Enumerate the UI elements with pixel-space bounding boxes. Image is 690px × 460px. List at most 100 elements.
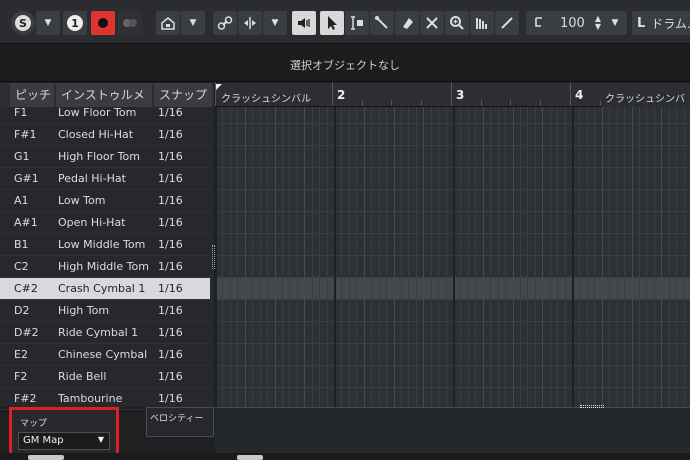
drum-row[interactable]: A#1 Open Hi-Hat 1/16 [0,212,210,234]
lane-resize-handle[interactable] [580,405,604,408]
chevron-down-icon: ▼ [97,435,104,444]
row-instrument: Ride Bell [58,370,107,383]
event-grid[interactable] [215,107,690,407]
row-snap: 1/16 [158,106,183,119]
drum-row[interactable]: C#2 Crash Cymbal 1 1/16 [0,278,210,300]
drum-row[interactable]: C2 High Middle Tom 1/16 [0,256,210,278]
chevron-down-icon: ▼ [44,18,52,28]
erase-tool-button[interactable] [395,11,419,35]
bottom-scrollbar [0,453,690,460]
snap-button[interactable] [238,11,262,35]
row-instrument: Crash Cymbal 1 [58,282,146,295]
drum-map-select[interactable]: GM Map ▼ [18,432,110,450]
row-snap: 1/16 [158,282,183,295]
note-length-icon [535,17,542,27]
solo-button[interactable]: S [11,11,35,35]
list-scroll-thumb[interactable] [28,455,64,460]
one-label: 1 [67,15,83,31]
zoom-value: 100 [560,15,585,31]
zoom-dropdown[interactable]: ▼ [603,11,627,35]
line-tool-button[interactable] [495,11,519,35]
row-pitch: D2 [14,304,30,317]
track-letter-label: L [637,15,646,31]
chain-link-icon [217,16,233,30]
row-snap: 1/16 [158,172,183,185]
range-select-icon [351,16,363,30]
snap-arrows-icon [244,17,256,29]
row-instrument: Open Hi-Hat [58,216,126,229]
row-instrument: Low Middle Tom [58,238,146,251]
link-button[interactable] [213,11,237,35]
inspector-button[interactable] [156,11,180,35]
row-instrument: Pedal Hi-Hat [58,172,126,185]
cue-marker-left[interactable]: クラッシュシンバル [218,89,314,106]
magnifier-icon [450,16,464,30]
row-snap: 1/16 [158,128,183,141]
grid-scroll-thumb[interactable] [237,455,263,460]
track-name-label: ドラム... [651,16,690,31]
row-pitch: G1 [14,150,30,163]
x-mute-icon [426,17,438,29]
drum-row[interactable]: A1 Low Tom 1/16 [0,190,210,212]
drum-row[interactable]: G#1 Pedal Hi-Hat 1/16 [0,168,210,190]
select-tool-button[interactable] [320,11,344,35]
step-input-button[interactable]: 1 [63,11,87,35]
inspector-dropdown[interactable]: ▼ [181,11,205,35]
drum-row[interactable]: G1 High Floor Tom 1/16 [0,146,210,168]
bar-number-3: 3 [456,88,465,102]
record-button[interactable] [91,11,115,35]
record-icon [98,18,108,28]
drum-row[interactable]: F#1 Closed Hi-Hat 1/16 [0,124,210,146]
row-instrument: High Floor Tom [58,150,140,163]
velocity-bars-icon [476,18,487,29]
selection-status: 選択オブジェクトなし [290,59,400,72]
drum-row[interactable]: D2 High Tom 1/16 [0,300,210,322]
row-pitch: F#1 [14,128,37,141]
drum-row[interactable]: F2 Ride Bell 1/16 [0,366,210,388]
stepper-arrows-icon: ▲ ▼ [594,14,601,31]
row-pitch: E2 [14,348,28,361]
drum-row[interactable]: D#2 Ride Cymbal 1 1/16 [0,322,210,344]
row-pitch: F2 [14,370,28,383]
mute-tool-button[interactable] [420,11,444,35]
row-snap: 1/16 [158,238,183,251]
link-circles-icon [123,19,137,27]
row-pitch: A1 [14,194,29,207]
map-label: マップ [20,419,48,429]
velocity-label-text: ベロシティー [150,414,204,424]
timeline-ruler[interactable]: クラッシュシンバル 2 3 4 クラッシュシンバル [215,82,690,121]
arrow-pointer-icon [328,16,337,30]
range-tool-button[interactable] [345,11,369,35]
midi-link-button[interactable] [118,11,142,35]
row-snap: 1/16 [158,194,183,207]
draw-velocity-tool-button[interactable] [470,11,494,35]
bar-number-2: 2 [337,88,346,102]
solo-dropdown[interactable]: ▼ [36,11,60,35]
drum-map-panel: マップ GM Map ▼ [9,407,119,457]
drum-map-value: GM Map [23,435,64,446]
drumstick-tool-button[interactable] [370,11,394,35]
drum-row[interactable]: F1 Low Floor Tom 1/16 [0,102,210,124]
drum-row[interactable]: E2 Chinese Cymbal 1/16 [0,344,210,366]
audition-button[interactable] [292,11,316,35]
drum-instrument-list: F1 Low Floor Tom 1/16 F#1 Closed Hi-Hat 1/16 G… [0,106,214,410]
drum-row[interactable]: B1 Low Middle Tom 1/16 [0,234,210,256]
chevron-down-icon: ▼ [611,18,619,28]
home-box-icon [161,17,175,30]
velocity-lane[interactable] [215,407,690,453]
row-snap: 1/16 [158,348,183,361]
row-pitch: D#2 [14,326,39,339]
speaker-icon [298,18,310,28]
row-pitch: C2 [14,260,29,273]
snap-dropdown[interactable]: ▼ [263,11,287,35]
velocity-lane-label[interactable]: ベロシティー [146,407,214,437]
list-resize-handle[interactable] [212,245,215,269]
chevron-down-icon: ▼ [189,18,197,28]
drum-map-track-selector[interactable]: L ドラム... [632,11,690,35]
row-instrument: High Tom [58,304,110,317]
row-instrument: Ride Cymbal 1 [58,326,139,339]
row-instrument: High Middle Tom [58,260,149,273]
row-pitch: A#1 [14,216,38,229]
row-instrument: Chinese Cymbal [58,348,148,361]
zoom-tool-button[interactable] [445,11,469,35]
